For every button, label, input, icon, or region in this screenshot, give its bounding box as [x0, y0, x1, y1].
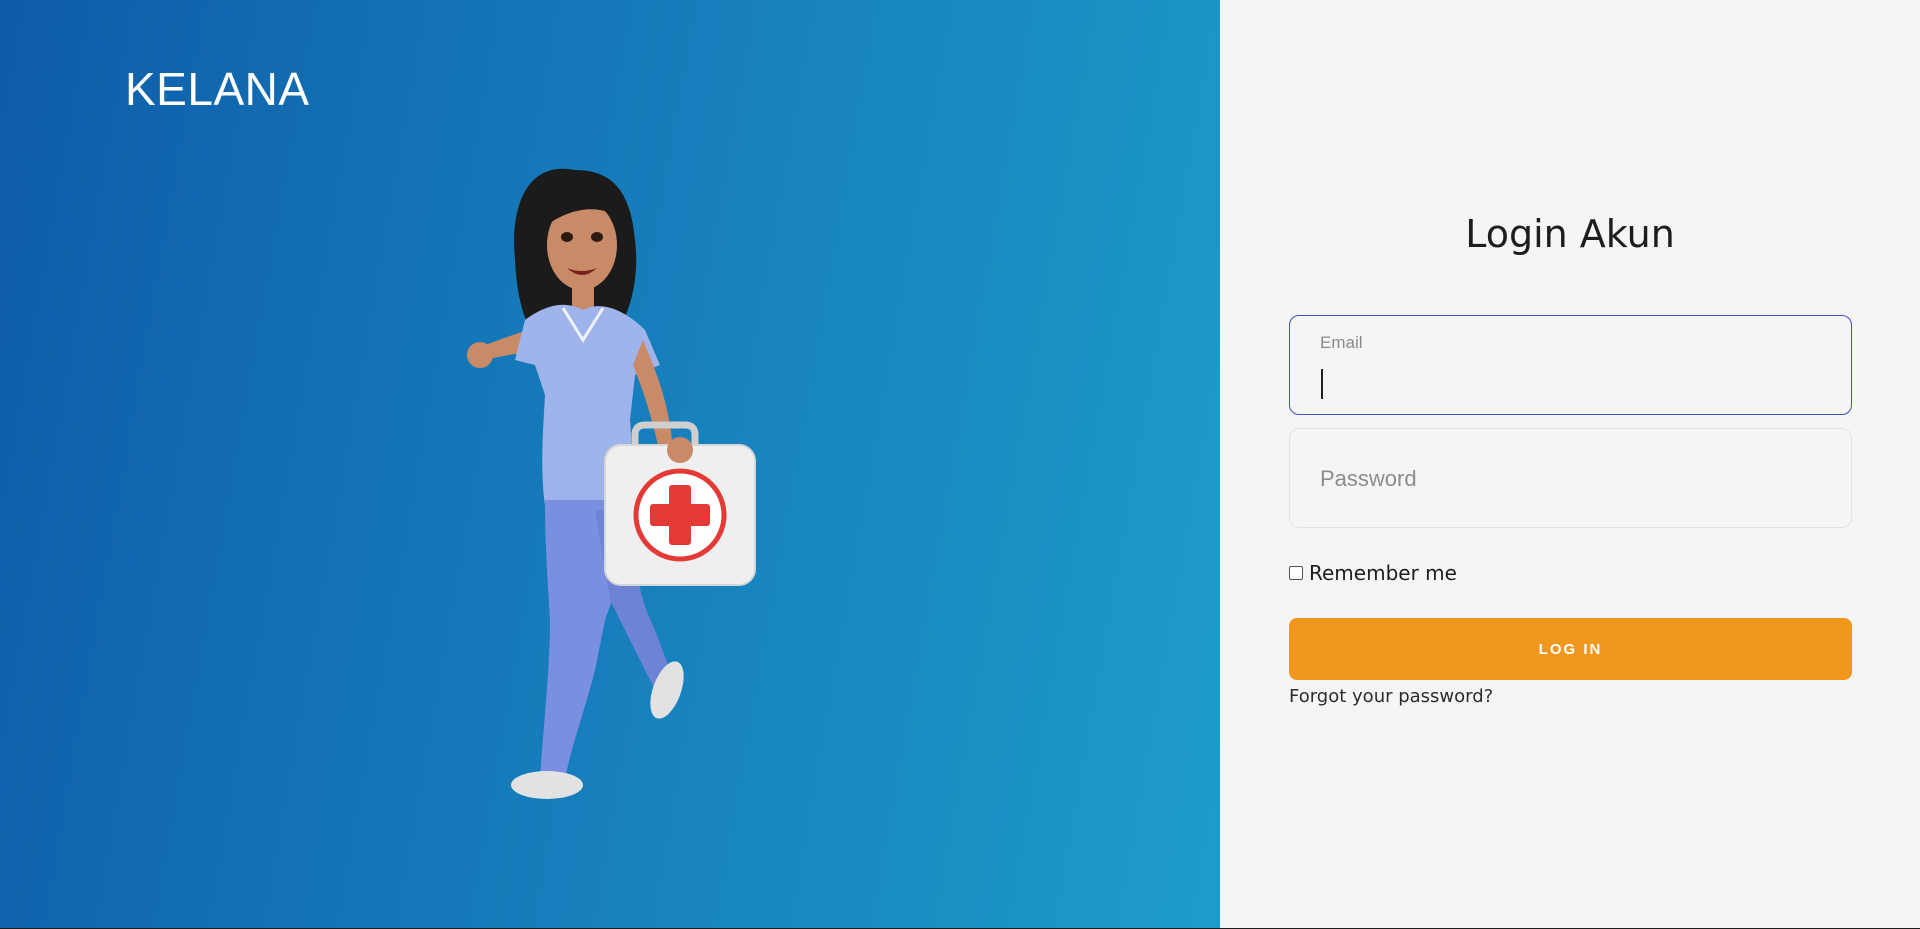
remember-me-label: Remember me [1309, 561, 1457, 585]
nurse-illustration [467, 168, 756, 799]
brand-logo: KELANA [125, 63, 310, 115]
forgot-password-link[interactable]: Forgot your password? [1289, 686, 1493, 707]
login-button[interactable]: LOG IN [1289, 618, 1852, 680]
hero-panel: KELANA [0, 0, 1220, 928]
email-input[interactable] [1290, 316, 1851, 414]
remember-me-checkbox[interactable] [1289, 566, 1303, 580]
email-field[interactable]: Email [1289, 315, 1852, 415]
login-panel: Login Akun Email Password Remember me LO… [1220, 0, 1920, 928]
password-input[interactable] [1290, 429, 1851, 527]
login-title: Login Akun [1465, 212, 1675, 256]
remember-me[interactable]: Remember me [1289, 561, 1457, 585]
password-field[interactable]: Password [1289, 428, 1852, 528]
